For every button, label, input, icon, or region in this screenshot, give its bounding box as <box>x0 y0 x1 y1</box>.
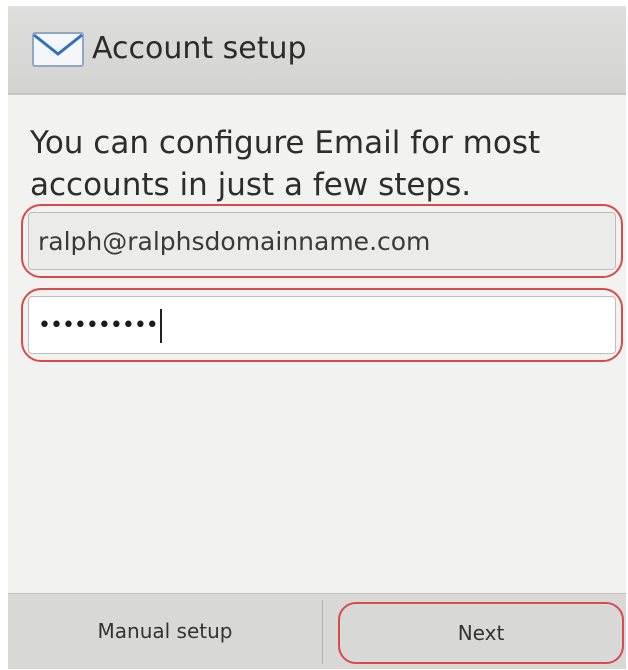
account-setup-screen: Account setup You can configure Email fo… <box>8 6 626 669</box>
text-cursor <box>159 309 162 343</box>
intro-text: You can configure Email for most account… <box>30 125 541 203</box>
password-masked-value: •••••••••• <box>38 313 159 338</box>
footer-button-bar: Manual setup Next <box>8 593 626 669</box>
email-field[interactable]: ralph@ralphsdomainname.com <box>28 212 616 270</box>
email-field-highlight: ralph@ralphsdomainname.com <box>21 204 623 278</box>
mail-envelope-icon <box>32 32 84 67</box>
password-field[interactable]: •••••••••• <box>28 296 616 354</box>
password-field-highlight: •••••••••• <box>21 288 623 362</box>
next-button[interactable]: Next <box>338 602 624 664</box>
footer-divider <box>322 600 323 664</box>
manual-setup-button[interactable]: Manual setup <box>8 594 322 670</box>
app-header: Account setup <box>8 6 626 95</box>
page-title: Account setup <box>92 31 307 66</box>
